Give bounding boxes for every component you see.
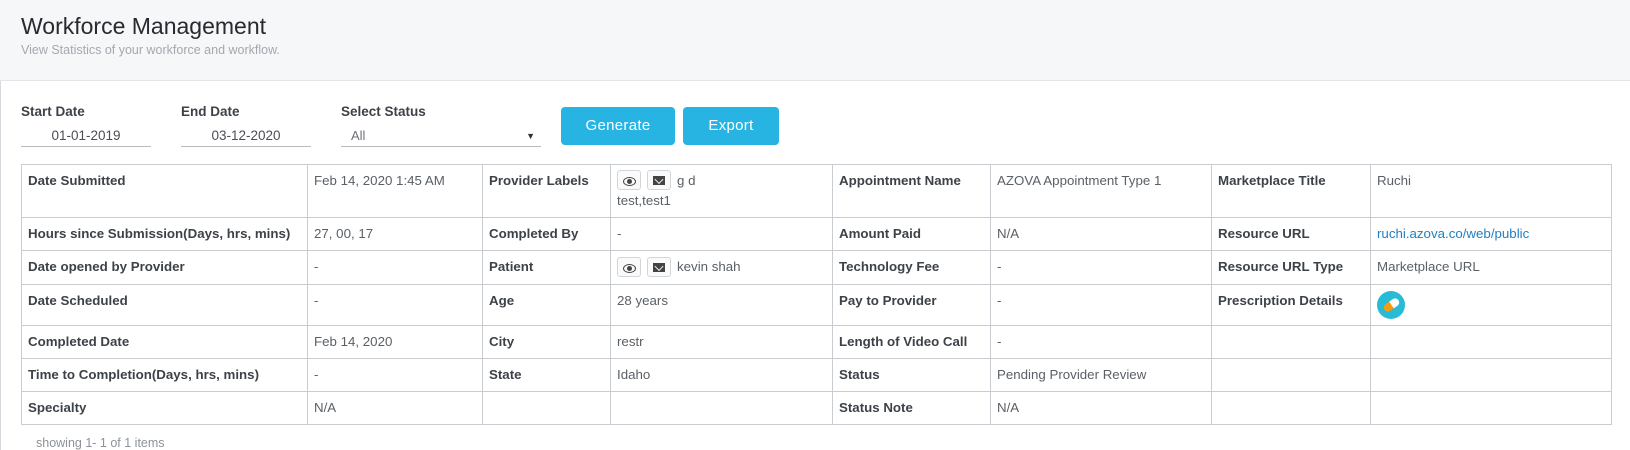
empty-cell <box>1370 357 1612 392</box>
hours-since-value: 27, 00, 17 <box>307 217 483 252</box>
status-select-value: All <box>351 128 366 143</box>
view-patient-button[interactable] <box>617 256 641 277</box>
status-value: Pending Provider Review <box>990 357 1212 392</box>
empty-cell <box>610 390 833 425</box>
empty-cell <box>1211 324 1371 359</box>
appointment-details-table: Date Submitted Feb 14, 2020 1:45 AM Prov… <box>21 163 1612 425</box>
date-opened-value: - <box>307 250 483 285</box>
empty-cell <box>1211 357 1371 392</box>
table-row: Completed Date Feb 14, 2020 City restr L… <box>21 324 1612 359</box>
amount-paid-label: Amount Paid <box>832 217 991 252</box>
resource-url-label: Resource URL <box>1211 217 1371 252</box>
view-provider-button[interactable] <box>617 170 641 191</box>
appointment-name-value: AZOVA Appointment Type 1 <box>990 163 1212 219</box>
export-button[interactable]: Export <box>683 107 779 145</box>
provider-labels-label: Provider Labels <box>482 163 611 219</box>
pay-to-provider-value: - <box>990 283 1212 326</box>
amount-paid-value: N/A <box>990 217 1212 252</box>
date-submitted-label: Date Submitted <box>21 163 308 219</box>
page-subtitle: View Statistics of your workforce and wo… <box>21 43 280 57</box>
resource-url-cell: ruchi.azova.co/web/public <box>1370 217 1612 252</box>
empty-cell <box>1370 324 1612 359</box>
page-title: Workforce Management <box>21 13 267 39</box>
state-value: Idaho <box>610 357 833 392</box>
prescription-details-cell <box>1370 283 1612 326</box>
provider-cell: g d test,test1 <box>610 163 833 219</box>
message-provider-button[interactable] <box>647 170 671 191</box>
technology-fee-value: - <box>990 250 1212 285</box>
state-label: State <box>482 357 611 392</box>
date-submitted-value: Feb 14, 2020 1:45 AM <box>307 163 483 219</box>
status-note-label: Status Note <box>832 390 991 425</box>
completed-by-value: - <box>610 217 833 252</box>
age-label: Age <box>482 283 611 326</box>
envelope-icon <box>653 176 665 186</box>
status-select[interactable]: All ▼ <box>341 126 541 147</box>
generate-button[interactable]: Generate <box>561 107 675 145</box>
patient-label: Patient <box>482 250 611 285</box>
empty-cell <box>1370 390 1612 425</box>
hours-since-label: Hours since Submission(Days, hrs, mins) <box>21 217 308 252</box>
table-row: Hours since Submission(Days, hrs, mins) … <box>21 217 1612 252</box>
empty-cell <box>482 390 611 425</box>
end-date-label: End Date <box>181 104 240 119</box>
date-scheduled-value: - <box>307 283 483 326</box>
video-call-length-label: Length of Video Call <box>832 324 991 359</box>
table-row: Date opened by Provider - Patient kevin … <box>21 250 1612 285</box>
pill-shape <box>1382 296 1401 314</box>
status-note-value: N/A <box>990 390 1212 425</box>
patient-cell: kevin shah <box>610 250 833 285</box>
table-row: Date Scheduled - Age 28 years Pay to Pro… <box>21 283 1612 326</box>
table-row: Time to Completion(Days, hrs, mins) - St… <box>21 357 1612 392</box>
table-row: Date Submitted Feb 14, 2020 1:45 AM Prov… <box>21 163 1612 219</box>
specialty-label: Specialty <box>21 390 308 425</box>
marketplace-title-label: Marketplace Title <box>1211 163 1371 219</box>
empty-cell <box>1211 390 1371 425</box>
resource-url-link[interactable]: ruchi.azova.co/web/public <box>1377 226 1529 241</box>
completed-date-value: Feb 14, 2020 <box>307 324 483 359</box>
time-to-completion-value: - <box>307 357 483 392</box>
appointment-name-label: Appointment Name <box>832 163 991 219</box>
patient-name: kevin shah <box>677 259 741 275</box>
pill-icon[interactable] <box>1377 290 1405 319</box>
status-label: Status <box>832 357 991 392</box>
message-patient-button[interactable] <box>647 256 671 277</box>
caret-down-icon: ▼ <box>526 131 535 141</box>
city-label: City <box>482 324 611 359</box>
city-value: restr <box>610 324 833 359</box>
marketplace-title-value: Ruchi <box>1370 163 1612 219</box>
provider-labels-value: test,test1 <box>617 193 671 209</box>
eye-icon <box>622 177 636 187</box>
end-date-input[interactable]: 03-12-2020 <box>181 125 311 147</box>
provider-name: g d <box>677 173 696 188</box>
completed-by-label: Completed By <box>482 217 611 252</box>
pagination-summary: showing 1- 1 of 1 items <box>36 436 165 450</box>
completed-date-label: Completed Date <box>21 324 308 359</box>
technology-fee-label: Technology Fee <box>832 250 991 285</box>
page-header: Workforce Management View Statistics of … <box>0 0 1630 81</box>
pay-to-provider-label: Pay to Provider <box>832 283 991 326</box>
specialty-value: N/A <box>307 390 483 425</box>
status-select-label: Select Status <box>341 104 426 119</box>
time-to-completion-label: Time to Completion(Days, hrs, mins) <box>21 357 308 392</box>
table-row: Specialty N/A Status Note N/A <box>21 390 1612 425</box>
age-value: 28 years <box>610 283 833 326</box>
start-date-input[interactable]: 01-01-2019 <box>21 125 151 147</box>
eye-icon <box>622 263 636 273</box>
resource-url-type-label: Resource URL Type <box>1211 250 1371 285</box>
prescription-details-label: Prescription Details <box>1211 283 1371 326</box>
start-date-label: Start Date <box>21 104 85 119</box>
resource-url-type-value: Marketplace URL <box>1370 250 1612 285</box>
date-scheduled-label: Date Scheduled <box>21 283 308 326</box>
date-opened-label: Date opened by Provider <box>21 250 308 285</box>
video-call-length-value: - <box>990 324 1212 359</box>
envelope-icon <box>653 262 665 272</box>
